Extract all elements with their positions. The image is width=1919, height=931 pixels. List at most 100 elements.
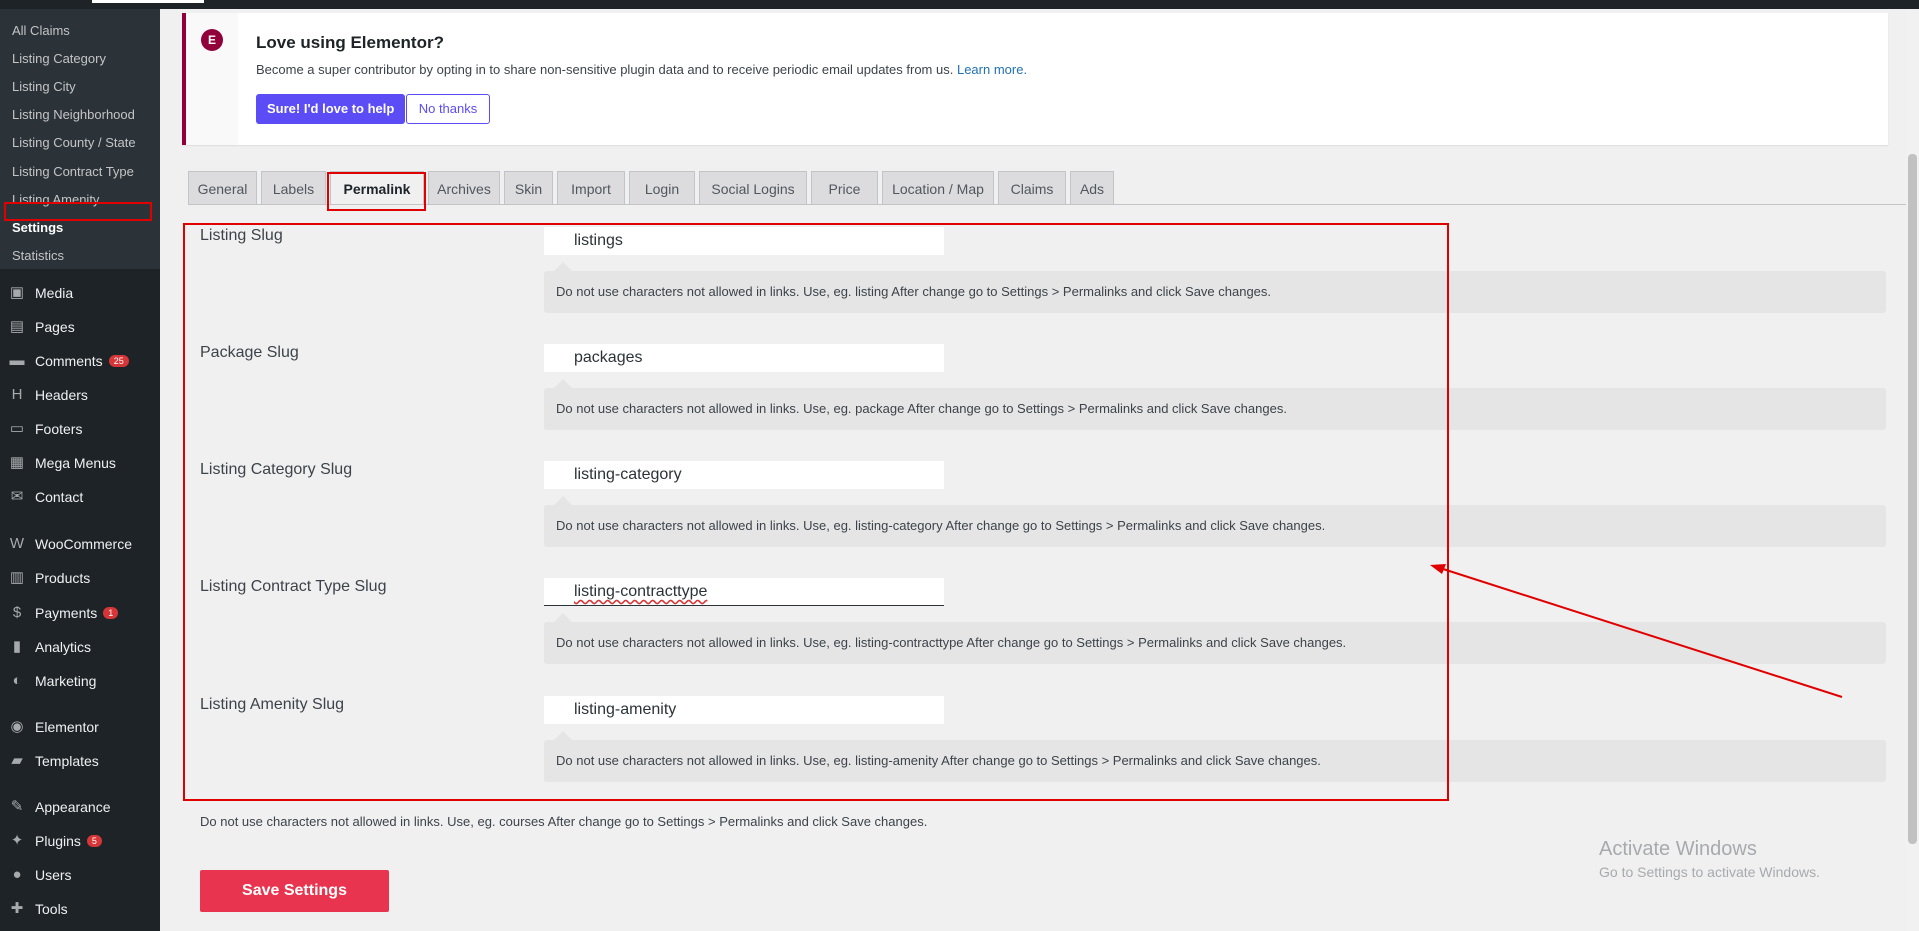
notice-description: Become a super contributor by opting in … xyxy=(256,62,1027,77)
sidebar-item-products[interactable]: ▥ Products xyxy=(0,564,160,592)
count-badge: 25 xyxy=(108,355,129,367)
sidebar-item-woocommerce[interactable]: W WooCommerce xyxy=(0,530,160,558)
tab-login[interactable]: Login xyxy=(629,171,695,205)
submenu-item-listing-county-state[interactable]: Listing County / State xyxy=(12,135,136,150)
submenu-item-statistics[interactable]: Statistics xyxy=(12,248,64,263)
elementor-notice: E Love using Elementor? Become a super c… xyxy=(182,13,1888,145)
sidebar-item-analytics[interactable]: ▮ Analytics xyxy=(0,633,160,661)
tab-general[interactable]: General xyxy=(188,171,257,205)
sidebar-item-comments[interactable]: ▬ Comments 25 xyxy=(0,347,160,375)
sidebar-item-label: Marketing xyxy=(35,673,96,689)
page-scrollbar[interactable] xyxy=(1906,9,1919,931)
opt-in-button[interactable]: Sure! I'd love to help xyxy=(256,94,406,124)
sidebar-item-label: Analytics xyxy=(35,639,91,655)
sidebar-item-headers[interactable]: H Headers xyxy=(0,381,160,409)
sidebar-item-text: Headers xyxy=(35,387,88,403)
listings-submenu: All Claims Listing Category Listing City Li… xyxy=(0,9,160,269)
submenu-item-settings[interactable]: Settings xyxy=(12,220,63,235)
scrollbar-thumb[interactable] xyxy=(1908,154,1917,844)
sidebar-item-payments[interactable]: $ Payments 1 xyxy=(0,599,160,627)
sidebar-item-footers[interactable]: ▭ Footers xyxy=(0,415,160,443)
submenu-item-listing-contract-type[interactable]: Listing Contract Type xyxy=(12,164,134,179)
sidebar-item-users[interactable]: ● Users xyxy=(0,861,160,889)
tab-social-logins[interactable]: Social Logins xyxy=(699,171,807,205)
sidebar-item-text: Analytics xyxy=(35,639,92,655)
sidebar-item-appearance[interactable]: ✎ Appearance xyxy=(0,793,160,821)
sidebar-item-text: Payments xyxy=(35,605,98,621)
sidebar-item-text: Contact xyxy=(35,489,84,505)
contact-icon: ✉ xyxy=(10,488,24,505)
sidebar-item-contact[interactable]: ✉ Contact xyxy=(0,483,160,511)
admin-bar-search[interactable] xyxy=(92,0,204,3)
sidebar-item-text: Media xyxy=(35,285,74,301)
elementor-logo-icon: E xyxy=(201,29,223,51)
sidebar-item-tools[interactable]: ✚ Tools xyxy=(0,895,160,923)
admin-sidebar: All Claims Listing Category Listing City Li… xyxy=(0,9,160,931)
sidebar-item-templates[interactable]: ▰ Templates xyxy=(0,747,160,775)
sidebar-item-label: Products xyxy=(35,570,90,586)
marketing-icon: ◐ xyxy=(12,672,22,689)
notice-logo-column: E xyxy=(186,13,238,145)
sidebar-item-text: Elementor xyxy=(35,719,99,735)
tab-archives[interactable]: Archives xyxy=(428,171,500,205)
sidebar-item-elementor[interactable]: ◉ Elementor xyxy=(0,713,160,741)
sidebar-item-text: Comments xyxy=(35,353,103,369)
sidebar-item-label: Media xyxy=(35,285,73,301)
submenu-item-listing-neighborhood[interactable]: Listing Neighborhood xyxy=(12,107,135,122)
footers-icon: ▭ xyxy=(9,420,25,437)
form-highlight-box xyxy=(183,223,1449,801)
sidebar-item-label: Elementor xyxy=(35,719,99,735)
tabs-divider xyxy=(188,204,1906,205)
elementor-icon: ◉ xyxy=(10,718,24,735)
sidebar-item-text: Templates xyxy=(35,753,99,769)
submenu-item-listing-category[interactable]: Listing Category xyxy=(12,51,106,66)
sidebar-item-label: Headers xyxy=(35,387,88,403)
sidebar-item-label: Templates xyxy=(35,753,99,769)
tools-icon: ✚ xyxy=(10,900,24,917)
tab-price[interactable]: Price xyxy=(811,171,878,205)
sidebar-item-label: Appearance xyxy=(35,799,111,815)
save-settings-button[interactable]: Save Settings xyxy=(200,870,389,912)
sidebar-item-text: Users xyxy=(35,867,72,883)
tab-location-map[interactable]: Location / Map xyxy=(882,171,994,205)
sidebar-item-media[interactable]: ▣ Media xyxy=(0,279,160,307)
plugins-icon: ✦ xyxy=(10,832,24,849)
sidebar-item-text: Mega Menus xyxy=(35,455,116,471)
notice-title: Love using Elementor? xyxy=(256,33,444,52)
headers-icon: H xyxy=(11,386,23,403)
tab-skin[interactable]: Skin xyxy=(504,171,553,205)
users-icon: ● xyxy=(12,866,22,883)
sidebar-item-plugins[interactable]: ✦ Plugins 5 xyxy=(0,827,160,855)
sidebar-item-label: WooCommerce xyxy=(35,536,132,552)
sidebar-item-label: Contact xyxy=(35,489,83,505)
sidebar-item-label: Tools xyxy=(35,901,68,917)
sidebar-item-label: Pages xyxy=(35,319,75,335)
no-thanks-button[interactable]: No thanks xyxy=(406,94,490,124)
watermark-title: Activate Windows xyxy=(1599,838,1757,860)
learn-more-link[interactable]: Learn more. xyxy=(957,62,1027,77)
analytics-icon: ▮ xyxy=(12,638,22,655)
tab-labels[interactable]: Labels xyxy=(261,171,326,205)
sidebar-item-text: Pages xyxy=(35,319,75,335)
templates-icon: ▰ xyxy=(11,752,23,769)
sidebar-item-marketing[interactable]: ◐ Marketing xyxy=(0,667,160,695)
tab-claims[interactable]: Claims xyxy=(998,171,1066,205)
sidebar-item-label: Plugins 5 xyxy=(35,833,102,849)
permalink-tab-highlight-box xyxy=(327,172,426,211)
footer-help-text: Do not use characters not allowed in lin… xyxy=(200,814,928,829)
sidebar-item-label: Payments 1 xyxy=(35,605,119,621)
count-badge: 1 xyxy=(103,607,119,619)
tab-import[interactable]: Import xyxy=(557,171,625,205)
admin-top-bar xyxy=(0,0,1919,9)
sidebar-item-text: Footers xyxy=(35,421,83,437)
sidebar-item-label: Mega Menus xyxy=(35,455,116,471)
sidebar-item-text: Plugins xyxy=(35,833,81,849)
woocommerce-icon: W xyxy=(9,535,25,552)
payments-icon: $ xyxy=(12,604,22,621)
sidebar-item-text: Tools xyxy=(35,901,68,917)
sidebar-item-mega-menus[interactable]: ▦ Mega Menus xyxy=(0,449,160,477)
submenu-item-all-claims[interactable]: All Claims xyxy=(12,23,70,38)
sidebar-item-pages[interactable]: ▤ Pages xyxy=(0,313,160,341)
submenu-item-listing-city[interactable]: Listing City xyxy=(12,79,76,94)
tab-ads[interactable]: Ads xyxy=(1070,171,1114,205)
